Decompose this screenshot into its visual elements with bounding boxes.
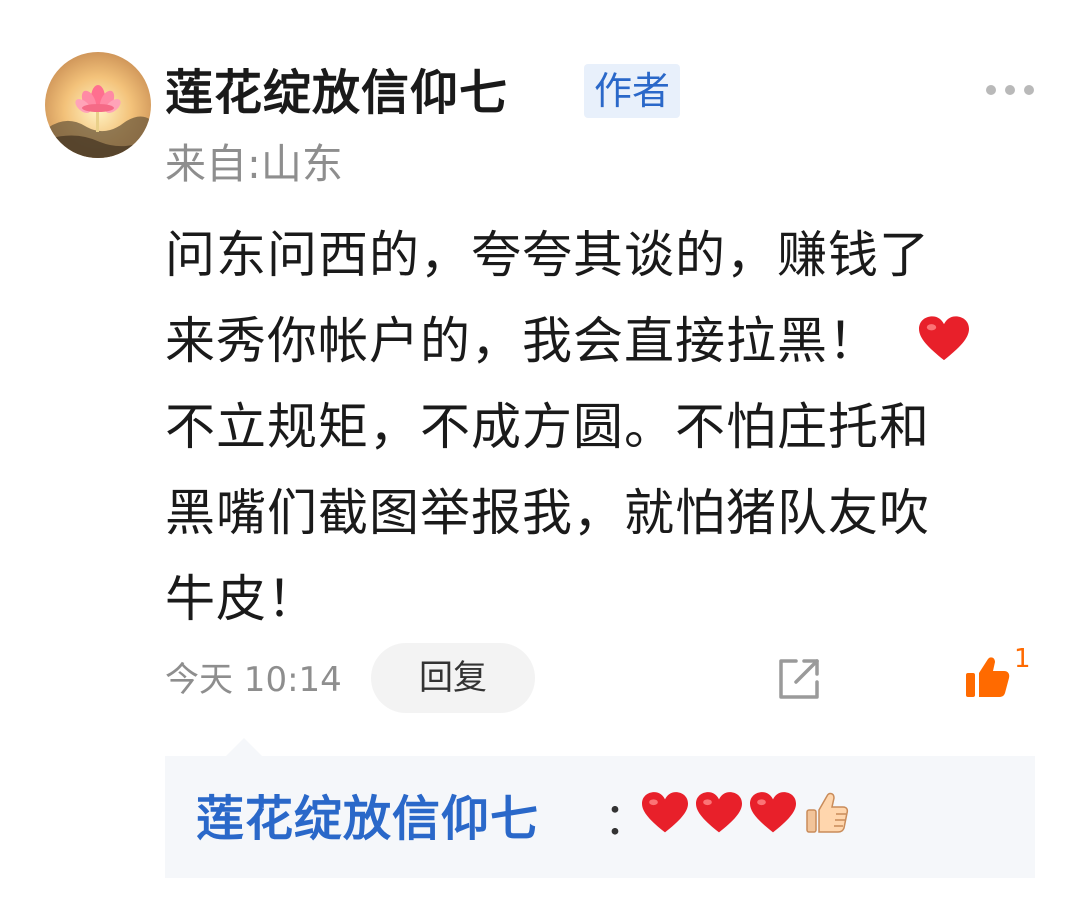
content-line: 牛皮！ [165,570,318,628]
location-label: 来自:山东 [165,140,343,188]
content-line: 不立规矩，不成方圆。不怕庄托和 [165,398,930,456]
comment-time: 今天 10:14 [165,660,342,700]
heart-emoji [696,792,742,838]
content-line: 黑嘴们截图举报我，就怕猪队友吹 [165,484,930,542]
content-line: 问东问西的，夸夸其谈的，赚钱了 [165,226,930,284]
share-icon[interactable] [776,656,822,706]
reply-emojis [642,790,850,840]
thumbs-up-icon[interactable] [964,655,1010,703]
dot [1005,85,1015,95]
heart-emoji [642,792,688,838]
more-dots-icon[interactable] [986,84,1034,96]
heart-emoji [750,792,796,838]
heart-emoji [919,302,969,388]
comment-content: 问东问西的，夸夸其谈的，赚钱了 来秀你帐户的，我会直接拉黑！ 不立规矩，不成方圆… [165,212,1045,642]
dot [1024,85,1034,95]
thumbs-up-emoji [804,790,850,840]
author-badge: 作者 [584,64,680,118]
dot [986,85,996,95]
reply-pointer [226,738,262,756]
content-line-text: 来秀你帐户的，我会直接拉黑！ [165,312,879,370]
comment-username[interactable]: 莲花绽放信仰七 [165,58,508,128]
comment-page: 莲花绽放信仰七 作者 来自:山东 问东问西的，夸夸其谈的，赚钱了 来秀你帐户的，… [0,0,1080,923]
lotus-avatar[interactable] [45,52,151,158]
content-line-with-heart: 来秀你帐户的，我会直接拉黑！ [165,298,1045,384]
reply-username[interactable]: 莲花绽放信仰七 [196,786,539,852]
like-count: 1 [1014,644,1031,674]
reply-button[interactable]: 回复 [371,643,535,713]
